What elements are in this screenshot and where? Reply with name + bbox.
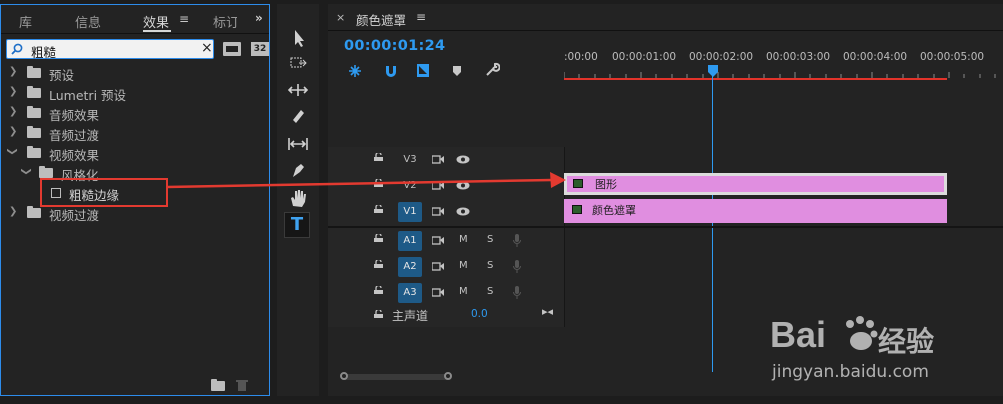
watermark-url: jingyan.baidu.com	[772, 362, 929, 382]
paw-logo-icon	[846, 316, 878, 350]
watermark-text: 经验	[878, 325, 935, 358]
baidu-watermark: Bai 经验 jingyan.baidu.com	[766, 312, 996, 390]
watermark-text: Bai	[770, 314, 827, 355]
